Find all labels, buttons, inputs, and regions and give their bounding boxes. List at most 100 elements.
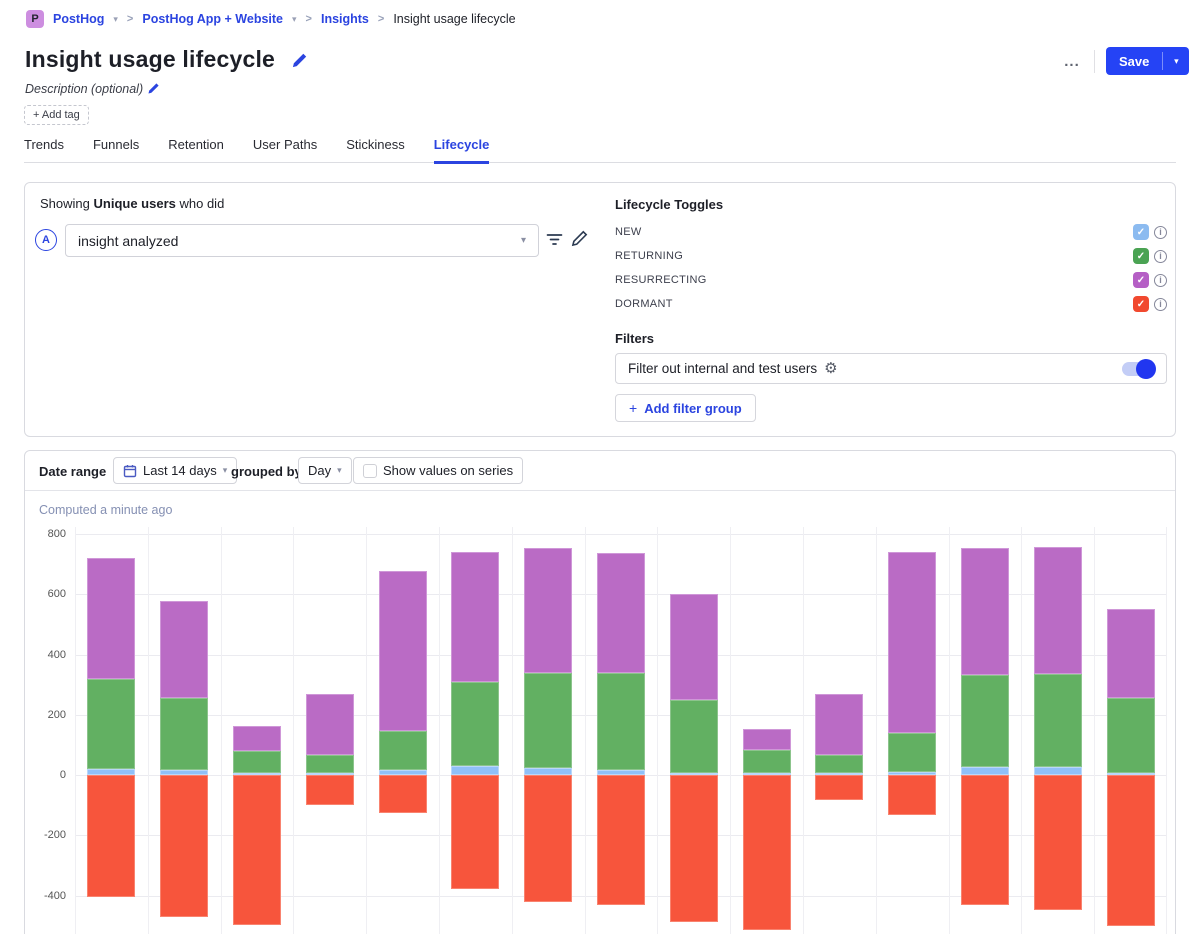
bar-segment-dormant[interactable] <box>815 775 863 800</box>
bar-segment-dormant[interactable] <box>743 775 791 930</box>
bar-segment-resurrecting[interactable] <box>451 552 499 682</box>
bar-segment-dormant[interactable] <box>1034 775 1082 910</box>
bar-segment-resurrecting[interactable] <box>379 571 427 731</box>
internal-users-toggle[interactable] <box>1122 362 1154 376</box>
edit-series-icon[interactable] <box>571 230 588 250</box>
checkbox-resurrecting[interactable]: ✓ <box>1133 272 1149 288</box>
date-range-button[interactable]: Last 14 days ▾ <box>113 457 237 484</box>
gridline-v <box>75 527 76 934</box>
bar-segment-dormant[interactable] <box>961 775 1009 905</box>
bar-segment-resurrecting[interactable] <box>1034 547 1082 674</box>
chevron-down-icon[interactable]: ▾ <box>113 14 118 25</box>
interval-select[interactable]: Day ▾ <box>298 457 352 484</box>
bar-segment-dormant[interactable] <box>87 775 135 897</box>
checkbox-new[interactable]: ✓ <box>1133 224 1149 240</box>
internal-users-filter-row: Filter out internal and test users ⚙ <box>615 353 1167 384</box>
bar-segment-resurrecting[interactable] <box>670 594 718 700</box>
lifecycle-toggle-label: RETURNING <box>615 250 683 262</box>
query-panel: Showing Unique users who did A insight a… <box>24 182 1176 437</box>
bar-segment-resurrecting[interactable] <box>1107 609 1155 698</box>
bar-segment-dormant[interactable] <box>888 775 936 815</box>
y-axis-tick: 0 <box>24 769 66 781</box>
bar-segment-returning[interactable] <box>524 673 572 768</box>
bar-segment-returning[interactable] <box>743 750 791 773</box>
bar-segment-returning[interactable] <box>961 675 1009 767</box>
tab-retention[interactable]: Retention <box>168 137 224 162</box>
save-button[interactable]: Save ▾ <box>1106 47 1189 75</box>
lifecycle-toggles-title: Lifecycle Toggles <box>615 197 723 212</box>
bar-segment-returning[interactable] <box>87 679 135 769</box>
bar-segment-dormant[interactable] <box>233 775 281 925</box>
bar-segment-returning[interactable] <box>1107 698 1155 773</box>
bar-segment-resurrecting[interactable] <box>160 601 208 698</box>
chevron-down-icon[interactable]: ▾ <box>292 14 297 25</box>
description-placeholder[interactable]: Description (optional) <box>25 82 143 96</box>
event-select[interactable]: insight analyzed ▾ <box>65 224 539 257</box>
gridline-h <box>75 534 1167 535</box>
lifecycle-toggle-label: NEW <box>615 226 642 238</box>
bar-segment-new[interactable] <box>524 768 572 775</box>
tab-funnels[interactable]: Funnels <box>93 137 139 162</box>
tab-user-paths[interactable]: User Paths <box>253 137 317 162</box>
bar-segment-resurrecting[interactable] <box>597 553 645 673</box>
bar-segment-dormant[interactable] <box>379 775 427 813</box>
add-filter-group-button[interactable]: + Add filter group <box>615 394 756 422</box>
show-values-container: Show values on series <box>353 457 523 484</box>
bar-segment-dormant[interactable] <box>597 775 645 905</box>
bar-segment-dormant[interactable] <box>670 775 718 922</box>
gridline-v <box>585 527 586 934</box>
bar-segment-new[interactable] <box>961 767 1009 775</box>
bar-segment-new[interactable] <box>451 766 499 775</box>
bar-segment-returning[interactable] <box>670 700 718 773</box>
gridline-v <box>148 527 149 934</box>
edit-description-icon[interactable] <box>147 82 160 100</box>
add-tag-button[interactable]: + Add tag <box>24 105 89 125</box>
save-button-label[interactable]: Save <box>1106 47 1162 75</box>
bar-segment-new[interactable] <box>1034 767 1082 775</box>
filter-icon[interactable] <box>546 232 563 250</box>
bar-segment-resurrecting[interactable] <box>888 552 936 733</box>
bar-segment-returning[interactable] <box>815 755 863 773</box>
bar-segment-returning[interactable] <box>233 751 281 773</box>
bar-segment-resurrecting[interactable] <box>961 548 1009 675</box>
info-icon: i <box>1154 226 1167 239</box>
tab-trends[interactable]: Trends <box>24 137 64 162</box>
bar-segment-returning[interactable] <box>306 755 354 773</box>
bar-segment-returning[interactable] <box>597 673 645 771</box>
show-values-checkbox[interactable] <box>363 464 377 478</box>
bar-segment-returning[interactable] <box>379 731 427 770</box>
bar-segment-dormant[interactable] <box>160 775 208 917</box>
breadcrumb-item[interactable]: Insights <box>321 12 369 26</box>
bar-segment-returning[interactable] <box>888 733 936 772</box>
add-filter-group-label: Add filter group <box>644 401 742 416</box>
more-options-button[interactable]: ... <box>1058 48 1086 74</box>
breadcrumb-item[interactable]: PostHog App + Website <box>142 12 283 26</box>
bar-segment-returning[interactable] <box>1034 674 1082 767</box>
tab-stickiness[interactable]: Stickiness <box>346 137 405 162</box>
page-title: Insight usage lifecycle <box>25 46 275 73</box>
chevron-down-icon: ▾ <box>521 235 526 246</box>
gear-icon[interactable]: ⚙ <box>824 361 837 376</box>
bar-segment-resurrecting[interactable] <box>743 729 791 750</box>
tab-lifecycle[interactable]: Lifecycle <box>434 137 490 164</box>
bar-segment-returning[interactable] <box>160 698 208 770</box>
bar-segment-resurrecting[interactable] <box>87 558 135 679</box>
bar-segment-resurrecting[interactable] <box>233 726 281 751</box>
bar-segment-returning[interactable] <box>451 682 499 766</box>
bar-segment-resurrecting[interactable] <box>306 694 354 755</box>
bar-segment-dormant[interactable] <box>451 775 499 889</box>
bar-segment-resurrecting[interactable] <box>524 548 572 673</box>
bar-segment-dormant[interactable] <box>524 775 572 902</box>
gridline-v <box>1094 527 1095 934</box>
gridline-v <box>730 527 731 934</box>
bar-segment-resurrecting[interactable] <box>815 694 863 755</box>
info-icon: i <box>1154 298 1167 311</box>
breadcrumb-item[interactable]: PostHog <box>53 12 104 26</box>
bar-segment-dormant[interactable] <box>306 775 354 805</box>
bar-segment-dormant[interactable] <box>1107 775 1155 926</box>
checkbox-returning[interactable]: ✓ <box>1133 248 1149 264</box>
checkbox-dormant[interactable]: ✓ <box>1133 296 1149 312</box>
edit-title-icon[interactable] <box>291 52 308 74</box>
posthog-logo[interactable]: P <box>26 10 44 28</box>
save-dropdown-caret[interactable]: ▾ <box>1163 47 1189 75</box>
